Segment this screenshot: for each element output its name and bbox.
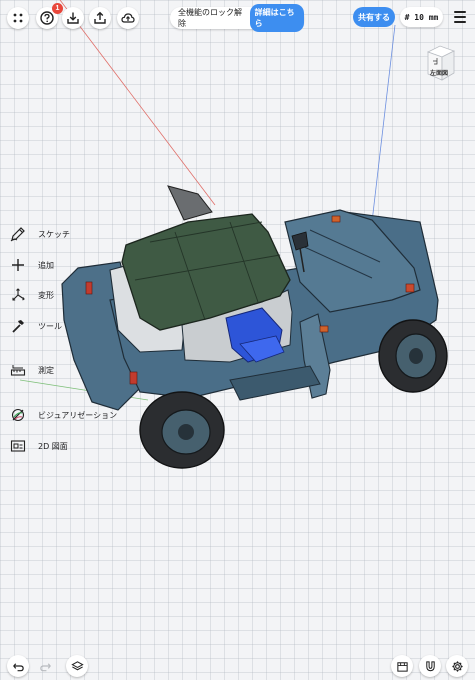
share-upload-icon: [94, 11, 106, 24]
materials-button[interactable]: [391, 655, 413, 677]
help-button[interactable]: 1: [36, 3, 63, 29]
export-button[interactable]: [89, 7, 111, 29]
notification-badge: 1: [52, 3, 63, 14]
import-button[interactable]: [62, 7, 84, 29]
layers-icon: [70, 660, 84, 670]
tool-label: 測定: [38, 365, 54, 375]
3d-viewport[interactable]: [0, 0, 475, 680]
cube-icon: [426, 45, 456, 81]
grid-dots-icon: [13, 13, 23, 23]
redo-icon: [39, 662, 51, 671]
tool-tools[interactable]: ツール: [6, 314, 62, 338]
cloud-upload-icon: [121, 13, 135, 23]
settings-button[interactable]: [446, 655, 468, 677]
tool-label: ツール: [38, 321, 62, 331]
vehicle-model[interactable]: [0, 0, 475, 680]
tool-add[interactable]: 追加: [6, 253, 54, 277]
transform-icon: [6, 283, 30, 307]
tool-label: 変形: [38, 290, 54, 300]
drawing-icon: [6, 434, 30, 458]
box-icon: [396, 661, 408, 672]
hammer-icon: [6, 314, 30, 338]
visualization-icon: [6, 403, 30, 427]
menu-button[interactable]: [451, 7, 469, 27]
cloud-sync-button[interactable]: [117, 7, 139, 29]
tool-2d-drawing[interactable]: 2D 図面: [6, 434, 68, 458]
layers-button[interactable]: [66, 655, 88, 677]
hamburger-icon: [454, 11, 466, 13]
snap-button[interactable]: [419, 655, 441, 677]
tool-label: ビジュアリゼーション: [38, 410, 118, 420]
grid-size-button[interactable]: # 10 mm: [400, 7, 443, 27]
tool-visualization[interactable]: ビジュアリゼーション: [6, 403, 117, 427]
view-cube[interactable]: 左面図: [420, 42, 460, 86]
view-label: 左面図: [430, 70, 449, 77]
gear-icon: [451, 660, 463, 672]
redo-button[interactable]: [34, 655, 56, 677]
share-button[interactable]: 共有する: [353, 7, 395, 27]
top-toolbar: 1 全機能のロック解除 詳細はこちら 共有する # 10 mm: [0, 0, 475, 36]
grid-menu-button[interactable]: [7, 7, 29, 29]
question-icon: [40, 11, 54, 25]
magnet-icon: [425, 660, 435, 671]
undo-button[interactable]: [7, 655, 29, 677]
ruler-icon: [6, 358, 30, 382]
undo-icon: [12, 662, 24, 671]
plus-icon: [6, 253, 30, 277]
unlock-text: 全機能のロック解除: [178, 8, 242, 28]
pencil-icon: [6, 222, 30, 246]
tool-label: 追加: [38, 260, 54, 270]
tool-label: スケッチ: [38, 229, 70, 239]
learn-more-button[interactable]: 詳細はこちら: [249, 4, 304, 32]
tool-transform[interactable]: 変形: [6, 283, 54, 307]
z-axis-line: [371, 24, 396, 223]
download-tray-icon: [67, 12, 79, 24]
tool-label: 2D 図面: [38, 441, 68, 451]
unlock-banner: 全機能のロック解除 詳細はこちら: [170, 4, 304, 32]
tool-measure[interactable]: 測定: [6, 358, 54, 382]
tool-sketch[interactable]: スケッチ: [6, 222, 70, 246]
